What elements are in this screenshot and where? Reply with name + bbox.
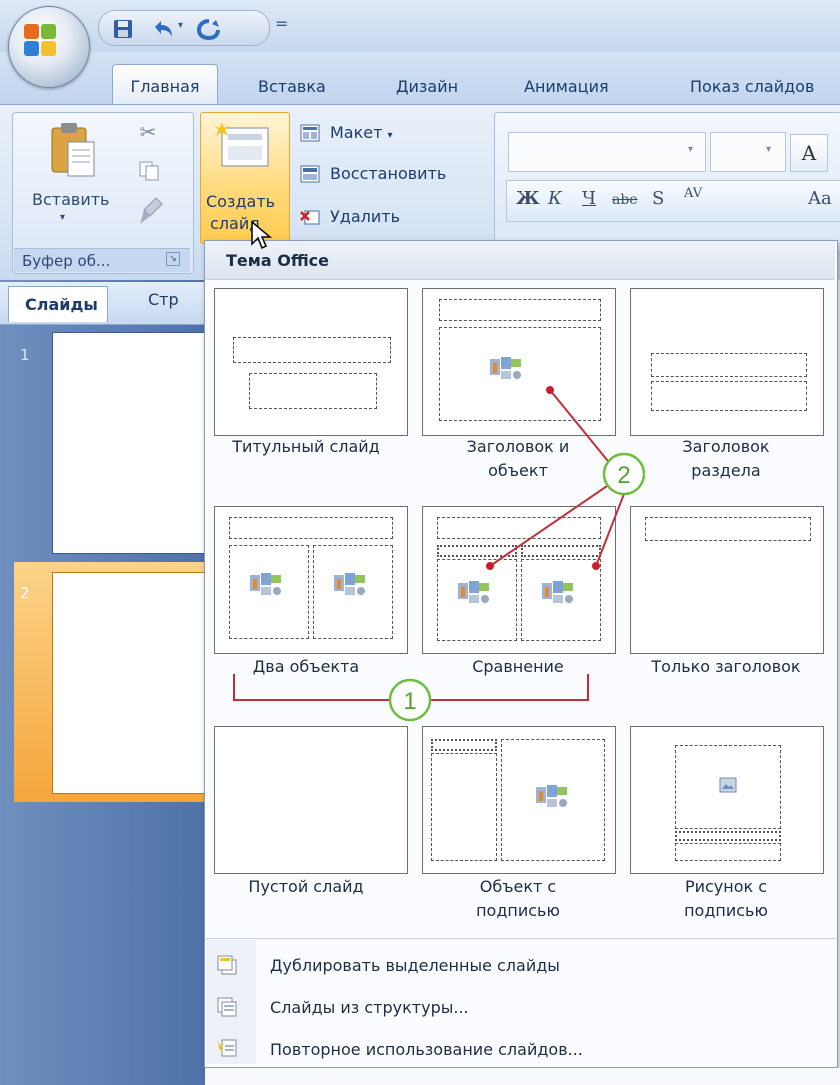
- slide-number-2: 2: [20, 584, 30, 602]
- layout-button[interactable]: Макет ▾: [330, 120, 393, 146]
- tab-home[interactable]: Главная: [112, 64, 218, 105]
- strikethrough-button[interactable]: abe: [612, 192, 638, 208]
- tab-insert[interactable]: Вставка: [258, 72, 326, 102]
- copy-icon[interactable]: [138, 160, 160, 182]
- grow-font-button[interactable]: A: [790, 134, 828, 172]
- redo-icon[interactable]: [196, 17, 222, 41]
- layout-label-title-slide: Титульный слайд: [232, 437, 380, 456]
- layout-label-two-content: Два объекта: [252, 657, 360, 676]
- reset-icon: [300, 165, 320, 183]
- tab-slides[interactable]: Слайды: [8, 286, 108, 322]
- content-icon: [490, 357, 521, 379]
- layout-label: Макет: [330, 123, 383, 142]
- layout-two-content[interactable]: [214, 506, 408, 654]
- layout-label-title-content-2: объект: [488, 461, 548, 480]
- layout-label-content-caption-2: подписью: [476, 901, 560, 920]
- slides-from-outline-icon: [217, 997, 237, 1017]
- slide-thumbnail-1[interactable]: [52, 332, 214, 554]
- layout-title-only[interactable]: [630, 506, 824, 654]
- duplicate-slides-icon: [217, 955, 237, 975]
- italic-button[interactable]: К: [548, 188, 562, 209]
- layout-title-slide[interactable]: [214, 288, 408, 436]
- layout-label-blank: Пустой слайд: [248, 877, 364, 896]
- paste-icon[interactable]: [48, 120, 98, 180]
- tab-slideshow[interactable]: Показ слайдов: [690, 72, 814, 102]
- office-logo-icon: [24, 24, 56, 56]
- font-name-dropdown-arrow[interactable]: ▾: [688, 144, 693, 155]
- layout-section-header[interactable]: [630, 288, 824, 436]
- font-name-field[interactable]: [508, 132, 706, 172]
- reuse-slides-item[interactable]: Повторное использование слайдов...: [270, 1040, 583, 1059]
- char-spacing-button[interactable]: AV: [684, 186, 702, 201]
- tab-design[interactable]: Дизайн: [396, 72, 458, 102]
- cut-icon[interactable]: ✂: [134, 120, 162, 148]
- slide-thumbnail-2[interactable]: [52, 572, 214, 794]
- customize-qat-button[interactable]: =: [275, 14, 288, 33]
- shadow-button[interactable]: S: [652, 188, 664, 209]
- layout-blank[interactable]: [214, 726, 408, 874]
- content-icon: [536, 785, 567, 807]
- content-icon: [542, 581, 573, 603]
- paste-button[interactable]: Вставить: [32, 190, 109, 209]
- layout-content-with-caption[interactable]: [422, 726, 616, 874]
- slides-from-outline-item[interactable]: Слайды из структуры...: [270, 998, 469, 1017]
- content-icon: [250, 573, 281, 595]
- tab-structure[interactable]: Стр: [148, 290, 179, 309]
- layout-comparison[interactable]: [422, 506, 616, 654]
- reset-button[interactable]: Восстановить: [330, 161, 446, 187]
- slide-number-1: 1: [20, 346, 30, 364]
- underline-button[interactable]: Ч: [582, 188, 596, 209]
- layout-dropdown-arrow: ▾: [387, 130, 393, 141]
- gallery-separator: [206, 938, 836, 939]
- change-case-button[interactable]: Aa: [808, 188, 832, 209]
- font-size-dropdown-arrow[interactable]: ▾: [766, 144, 771, 155]
- layout-label-section-header: Заголовок: [682, 437, 770, 456]
- status-area: [205, 1068, 840, 1085]
- layout-label-content-caption: Объект с: [479, 877, 557, 896]
- save-icon[interactable]: [112, 18, 134, 40]
- content-icon: [458, 581, 489, 603]
- clipboard-group-label: Буфер об...: [14, 248, 190, 272]
- mouse-cursor-icon: [251, 220, 273, 250]
- format-painter-icon[interactable]: [138, 196, 164, 226]
- duplicate-slides-item[interactable]: Дублировать выделенные слайды: [270, 956, 560, 975]
- layout-label-title-only: Только заголовок: [651, 657, 801, 676]
- undo-dropdown-arrow[interactable]: ▾: [178, 20, 183, 31]
- layout-icon: [300, 124, 320, 142]
- layout-label-comparison: Сравнение: [472, 657, 564, 676]
- paste-dropdown-arrow[interactable]: ▾: [60, 212, 65, 223]
- layout-label-section-header-2: раздела: [691, 461, 761, 480]
- layout-picture-with-caption[interactable]: [630, 726, 824, 874]
- clipboard-launcher-icon[interactable]: ↘: [166, 252, 180, 266]
- layout-label-picture-caption: Рисунок с: [684, 877, 768, 896]
- undo-icon[interactable]: [150, 17, 176, 41]
- bold-button[interactable]: Ж: [516, 188, 540, 209]
- picture-icon: [719, 777, 737, 793]
- delete-slide-icon: [300, 210, 320, 225]
- layout-label-title-content: Заголовок и: [466, 437, 570, 456]
- gallery-title: Тема Office: [226, 251, 329, 270]
- layout-title-and-content[interactable]: [422, 288, 616, 436]
- content-icon: [334, 573, 365, 595]
- new-slide-label: Создать: [206, 192, 276, 211]
- tab-animation[interactable]: Анимация: [524, 72, 609, 102]
- reuse-slides-icon: [218, 1039, 237, 1057]
- new-slide-icon: [214, 122, 269, 167]
- delete-slide-button[interactable]: Удалить: [330, 204, 400, 230]
- layout-label-picture-caption-2: подписью: [684, 901, 768, 920]
- font-size-field[interactable]: [710, 132, 786, 172]
